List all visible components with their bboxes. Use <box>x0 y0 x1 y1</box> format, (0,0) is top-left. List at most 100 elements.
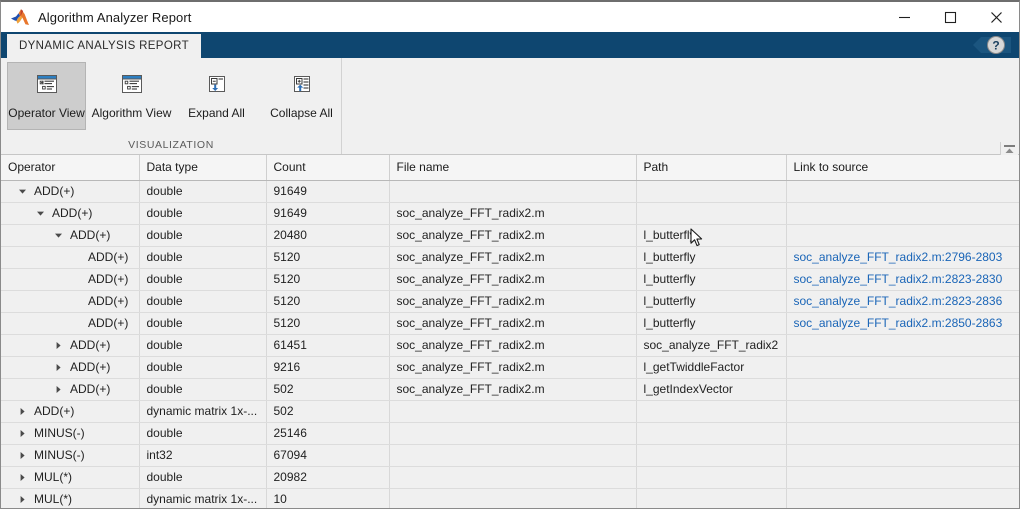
cell-datatype[interactable]: dynamic matrix 1x-... <box>139 488 267 508</box>
table-row[interactable]: ADD(+) double 9216 soc_analyze_FFT_radix2.m… <box>1 356 1019 379</box>
cell-datatype[interactable]: double <box>139 378 267 401</box>
cell-link-to-source[interactable] <box>786 356 1019 379</box>
cell-operator[interactable]: ADD(+) <box>1 334 140 357</box>
cell-count[interactable]: 9216 <box>266 356 390 379</box>
chevron-right-icon[interactable] <box>14 451 30 460</box>
cell-link-to-source[interactable] <box>786 224 1019 247</box>
cell-filename[interactable]: soc_analyze_FFT_radix2.m <box>389 312 637 335</box>
column-header-path[interactable]: Path <box>636 155 787 181</box>
cell-count[interactable]: 20480 <box>266 224 390 247</box>
table-row[interactable]: ADD(+) double 91649 <box>1 180 1019 203</box>
cell-link-to-source[interactable]: soc_analyze_FFT_radix2.m:2823-2836 <box>786 290 1019 313</box>
cell-datatype[interactable]: double <box>139 466 267 489</box>
cell-operator[interactable]: ADD(+) <box>1 290 140 313</box>
expand-all-button[interactable]: Expand All <box>177 62 256 125</box>
chevron-right-icon[interactable] <box>14 407 30 416</box>
minimize-button[interactable] <box>881 2 927 32</box>
cell-count[interactable]: 5120 <box>266 268 390 291</box>
cell-count[interactable]: 5120 <box>266 246 390 269</box>
cell-filename[interactable]: soc_analyze_FFT_radix2.m <box>389 334 637 357</box>
cell-path[interactable] <box>636 422 787 445</box>
source-link[interactable]: soc_analyze_FFT_radix2.m:2823-2830 <box>794 272 1003 286</box>
cell-operator[interactable]: ADD(+) <box>1 312 140 335</box>
cell-link-to-source[interactable] <box>786 444 1019 467</box>
cell-operator[interactable]: ADD(+) <box>1 180 140 203</box>
table-row[interactable]: ADD(+) dynamic matrix 1x-... 502 <box>1 400 1019 423</box>
cell-link-to-source[interactable] <box>786 334 1019 357</box>
cell-filename[interactable] <box>389 400 637 423</box>
column-header-count[interactable]: Count <box>266 155 390 181</box>
cell-operator[interactable]: MUL(*) <box>1 488 140 508</box>
cell-filename[interactable] <box>389 444 637 467</box>
cell-path[interactable]: l_getIndexVector <box>636 378 787 401</box>
cell-datatype[interactable]: double <box>139 180 267 203</box>
cell-filename[interactable]: soc_analyze_FFT_radix2.m <box>389 356 637 379</box>
cell-link-to-source[interactable] <box>786 202 1019 225</box>
cell-path[interactable] <box>636 180 787 203</box>
cell-operator[interactable]: ADD(+) <box>1 224 140 247</box>
cell-path[interactable]: l_getTwiddleFactor <box>636 356 787 379</box>
cell-link-to-source[interactable] <box>786 466 1019 489</box>
cell-datatype[interactable]: double <box>139 312 267 335</box>
cell-datatype[interactable]: double <box>139 334 267 357</box>
maximize-button[interactable] <box>927 2 973 32</box>
cell-operator[interactable]: ADD(+) <box>1 268 140 291</box>
cell-path[interactable] <box>636 400 787 423</box>
table-row[interactable]: ADD(+) double 20480 soc_analyze_FFT_radix2.… <box>1 224 1019 247</box>
cell-count[interactable]: 67094 <box>266 444 390 467</box>
table-row[interactable]: ADD(+) double 91649 soc_analyze_FFT_radix2.… <box>1 202 1019 225</box>
cell-count[interactable]: 502 <box>266 378 390 401</box>
source-link[interactable]: soc_analyze_FFT_radix2.m:2850-2863 <box>794 316 1003 330</box>
source-link[interactable]: soc_analyze_FFT_radix2.m:2823-2836 <box>794 294 1003 308</box>
cell-operator[interactable]: ADD(+) <box>1 378 140 401</box>
cell-datatype[interactable]: double <box>139 422 267 445</box>
cell-link-to-source[interactable] <box>786 378 1019 401</box>
chevron-right-icon[interactable] <box>14 473 30 482</box>
cell-path[interactable] <box>636 488 787 508</box>
cell-path[interactable]: soc_analyze_FFT_radix2 <box>636 334 787 357</box>
cell-operator[interactable]: MINUS(-) <box>1 444 140 467</box>
cell-filename[interactable]: soc_analyze_FFT_radix2.m <box>389 202 637 225</box>
cell-datatype[interactable]: int32 <box>139 444 267 467</box>
cell-filename[interactable]: soc_analyze_FFT_radix2.m <box>389 246 637 269</box>
chevron-down-icon[interactable] <box>50 231 66 240</box>
cell-link-to-source[interactable] <box>786 180 1019 203</box>
table-row[interactable]: ADD(+) double 5120 soc_analyze_FFT_radix2.m… <box>1 290 1019 313</box>
cell-count[interactable]: 61451 <box>266 334 390 357</box>
cell-operator[interactable]: MINUS(-) <box>1 422 140 445</box>
table-row[interactable]: ADD(+) double 61451 soc_analyze_FFT_radix2.… <box>1 334 1019 357</box>
collapse-all-button[interactable]: Collapse All <box>262 62 341 125</box>
cell-link-to-source[interactable] <box>786 488 1019 508</box>
source-link[interactable]: soc_analyze_FFT_radix2.m:2796-2803 <box>794 250 1003 264</box>
cell-datatype[interactable]: double <box>139 356 267 379</box>
cell-datatype[interactable]: double <box>139 290 267 313</box>
table-row[interactable]: MUL(*) double 20982 <box>1 466 1019 489</box>
tab-dynamic-analysis-report[interactable]: DYNAMIC ANALYSIS REPORT <box>7 34 201 58</box>
table-row[interactable]: MUL(*) dynamic matrix 1x-... 10 <box>1 488 1019 508</box>
cell-operator[interactable]: ADD(+) <box>1 356 140 379</box>
cell-datatype[interactable]: double <box>139 246 267 269</box>
chevron-right-icon[interactable] <box>50 341 66 350</box>
table-row[interactable]: ADD(+) double 5120 soc_analyze_FFT_radix2.m… <box>1 312 1019 335</box>
column-header-filename[interactable]: File name <box>389 155 637 181</box>
cell-datatype[interactable]: double <box>139 268 267 291</box>
cell-count[interactable]: 10 <box>266 488 390 508</box>
table-row[interactable]: MINUS(-) double 25146 <box>1 422 1019 445</box>
cell-path[interactable] <box>636 444 787 467</box>
cell-path[interactable] <box>636 466 787 489</box>
column-header-link[interactable]: Link to source <box>786 155 1019 181</box>
cell-filename[interactable]: soc_analyze_FFT_radix2.m <box>389 224 637 247</box>
cell-operator[interactable]: MUL(*) <box>1 466 140 489</box>
cell-filename[interactable]: soc_analyze_FFT_radix2.m <box>389 290 637 313</box>
cell-filename[interactable] <box>389 180 637 203</box>
cell-count[interactable]: 5120 <box>266 290 390 313</box>
cell-count[interactable]: 91649 <box>266 180 390 203</box>
chevron-down-icon[interactable] <box>14 187 30 196</box>
table-row[interactable]: ADD(+) double 5120 soc_analyze_FFT_radix2.m… <box>1 246 1019 269</box>
cell-datatype[interactable]: double <box>139 202 267 225</box>
cell-path[interactable]: l_butterfly <box>636 312 787 335</box>
cell-count[interactable]: 5120 <box>266 312 390 335</box>
cell-link-to-source[interactable]: soc_analyze_FFT_radix2.m:2850-2863 <box>786 312 1019 335</box>
cell-count[interactable]: 20982 <box>266 466 390 489</box>
cell-filename[interactable] <box>389 466 637 489</box>
